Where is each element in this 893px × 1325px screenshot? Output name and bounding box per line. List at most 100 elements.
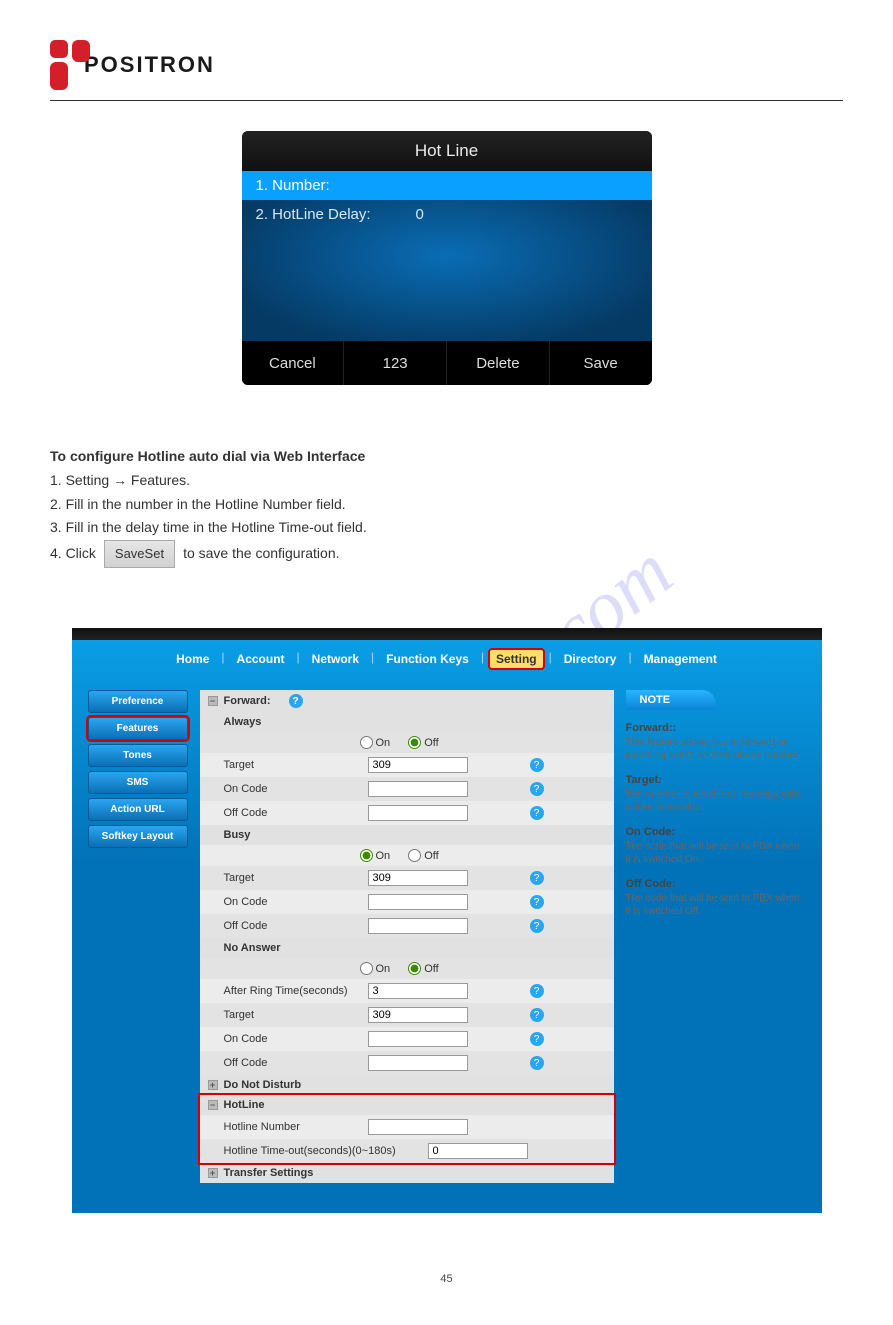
field-label: Target — [208, 759, 368, 771]
row-value: 0 — [416, 206, 424, 223]
note-tab: NOTE — [626, 690, 716, 710]
expand-icon[interactable]: + — [208, 1168, 218, 1178]
forward-section[interactable]: − Forward: ? — [200, 690, 614, 712]
help-icon[interactable]: ? — [530, 871, 544, 885]
noanswer-oncode-input[interactable] — [368, 1031, 468, 1047]
softkey-123[interactable]: 123 — [343, 341, 446, 385]
help-icon[interactable]: ? — [530, 806, 544, 820]
note-heading: On Code: — [626, 826, 806, 838]
instruction-heading: To configure Hotline auto dial via Web I… — [50, 445, 365, 469]
field-label: On Code — [208, 896, 368, 908]
instruction-step: 1. Setting → Features. — [50, 469, 843, 493]
field-label: On Code — [208, 783, 368, 795]
sidebar-action-url[interactable]: Action URL — [88, 798, 188, 821]
sidebar-softkey-layout[interactable]: Softkey Layout — [88, 825, 188, 848]
hotline-number-row[interactable]: 1. Number: — [242, 171, 652, 200]
softkey-delete[interactable]: Delete — [446, 341, 549, 385]
instruction-step: 2. Fill in the number in the Hotline Num… — [50, 493, 843, 517]
always-offcode-input[interactable] — [368, 805, 468, 821]
noanswer-off-radio[interactable]: Off — [408, 962, 438, 975]
busy-subsection: Busy — [200, 825, 614, 845]
phone-screen: Hot Line 1. Number: 2. HotLine Delay: 0 … — [242, 131, 652, 385]
always-on-radio[interactable]: On — [360, 736, 391, 749]
instruction-step: 4. Click — [50, 542, 96, 566]
help-icon[interactable]: ? — [530, 1008, 544, 1022]
hotline-delay-row[interactable]: 2. HotLine Delay: 0 — [242, 200, 652, 229]
note-text: The code that will be sent to PBX when i… — [626, 892, 806, 918]
field-label: Target — [208, 872, 368, 884]
brand-icon — [50, 40, 72, 90]
softkey-bar: Cancel 123 Delete Save — [242, 341, 652, 385]
instruction-step-suffix: to save the configuration. — [183, 542, 339, 566]
noanswer-target-input[interactable] — [368, 1007, 468, 1023]
collapse-icon[interactable]: − — [208, 1100, 218, 1110]
help-icon[interactable]: ? — [530, 984, 544, 998]
help-icon[interactable]: ? — [289, 694, 303, 708]
help-icon[interactable]: ? — [530, 758, 544, 772]
sidebar-features[interactable]: Features — [88, 717, 188, 740]
note-heading: Target: — [626, 774, 806, 786]
page-number: 45 — [50, 1273, 843, 1285]
sidebar-preference[interactable]: Preference — [88, 690, 188, 713]
features-panel: − Forward: ? Always On Off Target? On Co… — [200, 690, 614, 1183]
field-label: Target — [208, 1009, 368, 1021]
noanswer-offcode-input[interactable] — [368, 1055, 468, 1071]
busy-oncode-input[interactable] — [368, 894, 468, 910]
help-icon[interactable]: ? — [530, 1056, 544, 1070]
instruction-step: 3. Fill in the delay time in the Hotline… — [50, 516, 843, 540]
expand-icon[interactable]: + — [208, 1080, 218, 1090]
field-label: Off Code — [208, 920, 368, 932]
transfer-section[interactable]: + Transfer Settings — [200, 1163, 614, 1183]
row-label: 2. HotLine Delay: — [256, 206, 416, 223]
hotline-highlight-box: − HotLine Hotline Number Hotline Time-ou… — [200, 1095, 614, 1163]
note-panel: NOTE Forward:: This feature allows you t… — [626, 690, 806, 918]
noanswer-on-radio[interactable]: On — [360, 962, 391, 975]
sidebar-sms[interactable]: SMS — [88, 771, 188, 794]
saveset-button[interactable]: SaveSet — [104, 540, 175, 568]
instruction-block: To configure Hotline auto dial via Web I… — [50, 445, 843, 568]
hotline-number-input[interactable] — [368, 1119, 468, 1135]
nav-function-keys[interactable]: Function Keys — [380, 650, 475, 668]
brand-name: POSITRON — [84, 52, 215, 78]
dnd-section[interactable]: + Do Not Disturb — [200, 1075, 614, 1095]
field-label: On Code — [208, 1033, 368, 1045]
nav-home[interactable]: Home — [170, 650, 215, 668]
always-target-input[interactable] — [368, 757, 468, 773]
help-icon[interactable]: ? — [530, 782, 544, 796]
busy-target-input[interactable] — [368, 870, 468, 886]
note-text: This feature allows you to forward an in… — [626, 736, 806, 762]
webui-screenshot: Home| Account| Network| Function Keys| S… — [72, 628, 822, 1213]
header-rule — [50, 100, 843, 101]
field-label: Hotline Time-out(seconds)(0~180s) — [208, 1145, 428, 1157]
nav-network[interactable]: Network — [306, 650, 365, 668]
softkey-cancel[interactable]: Cancel — [242, 341, 344, 385]
busy-off-radio[interactable]: Off — [408, 849, 438, 862]
sidebar-tones[interactable]: Tones — [88, 744, 188, 767]
nav-management[interactable]: Management — [638, 650, 723, 668]
afterring-input[interactable] — [368, 983, 468, 999]
busy-offcode-input[interactable] — [368, 918, 468, 934]
note-text: The code that will be sent to PBX when i… — [626, 840, 806, 866]
nav-directory[interactable]: Directory — [558, 650, 623, 668]
always-oncode-input[interactable] — [368, 781, 468, 797]
field-label: Off Code — [208, 807, 368, 819]
nav-setting[interactable]: Setting — [490, 650, 543, 668]
row-label: 1. Number: — [256, 177, 416, 194]
nav-account[interactable]: Account — [231, 650, 291, 668]
help-icon[interactable]: ? — [530, 919, 544, 933]
settings-sidebar: Preference Features Tones SMS Action URL… — [88, 690, 188, 848]
phone-screen-title: Hot Line — [242, 131, 652, 171]
busy-on-radio[interactable]: On — [360, 849, 391, 862]
always-subsection: Always — [200, 712, 614, 732]
note-text: The number to which the incoming calls w… — [626, 788, 806, 814]
hotline-timeout-input[interactable] — [428, 1143, 528, 1159]
help-icon[interactable]: ? — [530, 1032, 544, 1046]
note-heading: Off Code: — [626, 878, 806, 890]
top-nav: Home| Account| Network| Function Keys| S… — [72, 640, 822, 678]
always-off-radio[interactable]: Off — [408, 736, 438, 749]
collapse-icon[interactable]: − — [208, 696, 218, 706]
softkey-save[interactable]: Save — [549, 341, 652, 385]
hotline-section[interactable]: − HotLine — [200, 1095, 614, 1115]
field-label: Off Code — [208, 1057, 368, 1069]
help-icon[interactable]: ? — [530, 895, 544, 909]
